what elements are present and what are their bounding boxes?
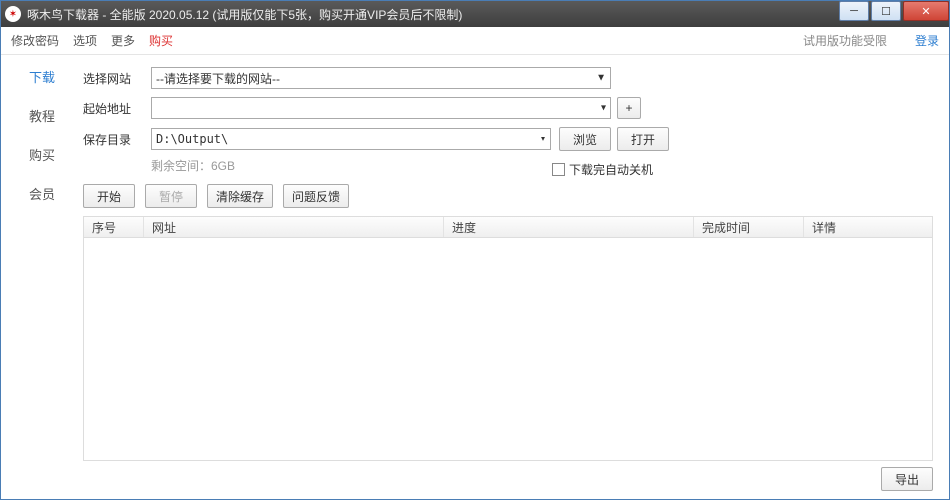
close-button[interactable]: ✕: [903, 1, 949, 21]
pause-button[interactable]: 暂停: [145, 184, 197, 208]
footer: 导出: [83, 461, 933, 491]
minimize-button[interactable]: ─: [839, 1, 869, 21]
th-detail[interactable]: 详情: [804, 217, 932, 237]
th-progress[interactable]: 进度: [444, 217, 694, 237]
table-body: [83, 238, 933, 461]
tab-buy[interactable]: 购买: [29, 145, 55, 164]
window-controls: ─ ☐ ✕: [837, 1, 949, 27]
menu-change-password[interactable]: 修改密码: [11, 32, 59, 49]
window-title: 啄木鸟下载器 - 全能版 2020.05.12 (试用版仅能下5张，购买开通VI…: [27, 6, 837, 23]
add-url-button[interactable]: +: [617, 97, 641, 119]
feedback-button[interactable]: 问题反馈: [283, 184, 349, 208]
th-index[interactable]: 序号: [84, 217, 144, 237]
body: 下载 教程 购买 会员 选择网站 --请选择要下载的网站-- ▼ 起始地址 ▾: [1, 55, 949, 499]
titlebar: ✶ 啄木鸟下载器 - 全能版 2020.05.12 (试用版仅能下5张，购买开通…: [1, 1, 949, 27]
trial-notice: 试用版功能受限: [803, 32, 887, 49]
free-space-text: 剩余空间：6GB: [151, 157, 235, 174]
sidebar: 下载 教程 购买 会员: [1, 55, 83, 499]
open-folder-button[interactable]: 打开: [617, 127, 669, 151]
app-window: ✶ 啄木鸟下载器 - 全能版 2020.05.12 (试用版仅能下5张，购买开通…: [0, 0, 950, 500]
th-url[interactable]: 网址: [144, 217, 444, 237]
shutdown-label: 下载完自动关机: [569, 161, 653, 178]
menu-options[interactable]: 选项: [73, 32, 97, 49]
browse-button[interactable]: 浏览: [559, 127, 611, 151]
site-select-value: --请选择要下载的网站--: [156, 70, 280, 87]
menubar: 修改密码 选项 更多 购买 试用版功能受限 登录: [1, 27, 949, 55]
login-link[interactable]: 登录: [915, 32, 939, 49]
plus-icon: +: [625, 101, 632, 115]
shutdown-checkbox[interactable]: [552, 163, 565, 176]
action-row: 开始 暂停 清除缓存 问题反馈: [83, 184, 933, 208]
url-input[interactable]: ▾: [151, 97, 611, 119]
site-label: 选择网站: [83, 70, 151, 87]
site-select[interactable]: --请选择要下载的网站-- ▼: [151, 67, 611, 89]
clear-cache-button[interactable]: 清除缓存: [207, 184, 273, 208]
th-finish-time[interactable]: 完成时间: [694, 217, 804, 237]
export-button[interactable]: 导出: [881, 467, 933, 491]
shutdown-checkbox-wrap[interactable]: 下载完自动关机: [552, 161, 653, 178]
menu-more[interactable]: 更多: [111, 32, 135, 49]
main-panel: 选择网站 --请选择要下载的网站-- ▼ 起始地址 ▾ + 保存目录: [83, 55, 949, 499]
tab-download[interactable]: 下载: [29, 67, 55, 86]
chevron-down-icon: ▾: [540, 134, 546, 145]
app-icon: ✶: [5, 6, 21, 22]
tab-member[interactable]: 会员: [29, 184, 55, 203]
start-button[interactable]: 开始: [83, 184, 135, 208]
menu-buy[interactable]: 购买: [149, 32, 173, 49]
url-label: 起始地址: [83, 100, 151, 117]
tab-tutorial[interactable]: 教程: [29, 106, 55, 125]
table-header: 序号 网址 进度 完成时间 详情: [83, 216, 933, 238]
save-path-value: D:\Output\: [156, 132, 228, 146]
save-path-input[interactable]: D:\Output\ ▾: [151, 128, 551, 150]
chevron-down-icon: ▼: [596, 73, 606, 84]
chevron-down-icon: ▾: [601, 103, 606, 114]
save-label: 保存目录: [83, 131, 151, 148]
maximize-button[interactable]: ☐: [871, 1, 901, 21]
